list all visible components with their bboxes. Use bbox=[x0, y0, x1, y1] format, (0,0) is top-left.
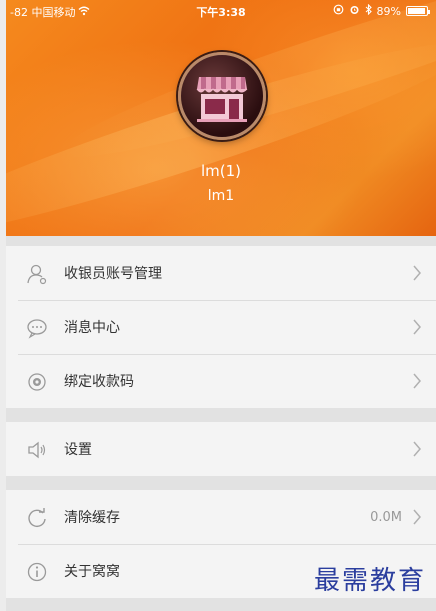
chevron-right-icon bbox=[413, 265, 421, 281]
alarm-icon bbox=[349, 4, 360, 18]
info-icon bbox=[27, 562, 47, 582]
profile-account: lm1 bbox=[207, 188, 235, 204]
lock-rotation-icon bbox=[333, 4, 344, 18]
menu-group-main: 收银员账号管理 消息中心 绑定收款码 bbox=[6, 246, 436, 408]
menu-group-settings: 设置 bbox=[6, 422, 436, 476]
chevron-right-icon bbox=[413, 509, 421, 525]
bluetooth-icon bbox=[365, 3, 372, 18]
menu-item-cashier-accounts[interactable]: 收银员账号管理 bbox=[6, 246, 436, 300]
user-icon bbox=[27, 264, 47, 285]
section-divider bbox=[6, 408, 436, 422]
menu-label: 消息中心 bbox=[64, 320, 120, 336]
menu-label: 收银员账号管理 bbox=[64, 266, 162, 282]
speaker-icon bbox=[28, 441, 46, 459]
target-icon bbox=[28, 373, 46, 391]
menu-label: 清除缓存 bbox=[64, 510, 120, 526]
menu-item-settings[interactable]: 设置 bbox=[6, 422, 436, 476]
cache-size-value: 0.0M bbox=[370, 509, 402, 525]
battery-icon bbox=[406, 6, 430, 16]
menu-label: 绑定收款码 bbox=[64, 374, 134, 390]
chevron-right-icon bbox=[413, 319, 421, 335]
menu-item-message-center[interactable]: 消息中心 bbox=[6, 300, 436, 354]
menu-item-clear-cache[interactable]: 清除缓存 0.0M bbox=[6, 490, 436, 544]
menu-label: 关于窝窝 bbox=[64, 564, 120, 580]
section-divider bbox=[6, 598, 436, 611]
refresh-icon bbox=[28, 508, 46, 528]
chevron-right-icon bbox=[413, 373, 421, 389]
menu-item-bind-qr[interactable]: 绑定收款码 bbox=[6, 354, 436, 408]
watermark-logo: 最需教育 bbox=[313, 566, 426, 596]
section-divider bbox=[6, 236, 436, 246]
storefront-icon bbox=[196, 77, 248, 122]
chat-bubble-icon bbox=[27, 319, 47, 339]
status-bar: -82 中国移动 下午3:38 89% bbox=[6, 0, 436, 22]
phone-screen: -82 中国移动 下午3:38 89% lm(1) lm1 收银员账号管理 消息… bbox=[6, 0, 436, 611]
menu-label: 设置 bbox=[64, 442, 92, 458]
battery-percent: 89% bbox=[376, 4, 401, 18]
section-divider bbox=[6, 476, 436, 490]
profile-name: lm(1) bbox=[200, 162, 242, 180]
profile-header: -82 中国移动 下午3:38 89% lm(1) lm1 bbox=[6, 0, 436, 236]
chevron-right-icon bbox=[413, 441, 421, 457]
store-avatar[interactable] bbox=[178, 52, 266, 140]
